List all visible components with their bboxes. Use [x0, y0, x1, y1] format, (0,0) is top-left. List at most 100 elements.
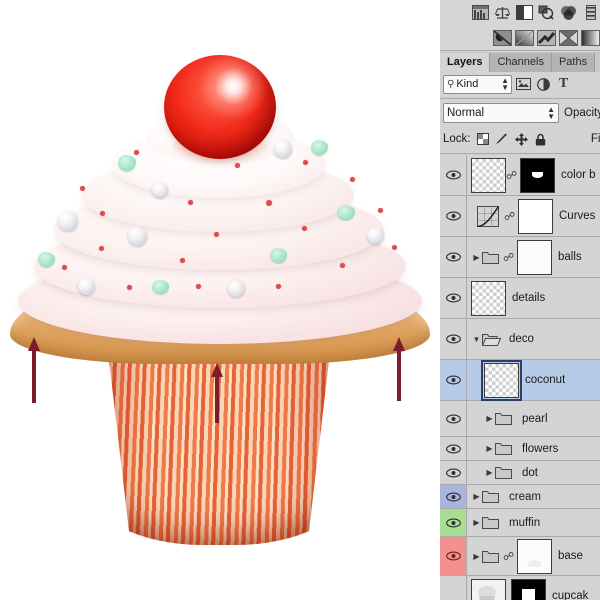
layer-row-color-b[interactable]: ☍ color b — [440, 155, 600, 196]
chevron-right-icon[interactable]: ▶ — [484, 414, 495, 423]
layer-row-details[interactable]: details — [440, 278, 600, 319]
layer-row-body[interactable]: ▶ flowers — [467, 437, 600, 460]
folder-closed-icon — [482, 490, 499, 503]
layer-visibility-toggle[interactable] — [440, 319, 467, 359]
layer-row-body[interactable]: cupcak — [467, 576, 600, 600]
layer-row-body[interactable]: ▶ dot — [467, 461, 600, 484]
folder-closed-icon — [482, 516, 499, 529]
invert-swatch-icon[interactable] — [493, 28, 512, 47]
layer-row-pearl[interactable]: ▶ pearl — [440, 401, 600, 437]
layer-visibility-toggle[interactable] — [440, 360, 467, 400]
search-icon: ⚲ — [447, 78, 455, 90]
color-balance-icon[interactable] — [559, 3, 578, 22]
layer-row-cupcake[interactable]: cupcak — [440, 576, 600, 600]
threshold-swatch-icon[interactable] — [559, 28, 578, 47]
layer-visibility-toggle[interactable] — [440, 509, 467, 536]
layer-mask-link-icon[interactable]: ☍ — [504, 210, 515, 223]
folder-closed-icon — [482, 251, 499, 264]
filter-adjustment-layers-icon[interactable] — [535, 76, 552, 93]
filter-type-layers-icon[interactable]: T — [555, 76, 572, 93]
layer-list[interactable]: ☍ color b ☍ Curves ▶ ☍ balls details ▼ d… — [440, 155, 600, 600]
tab-paths[interactable]: Paths — [551, 53, 596, 72]
layer-row-dot[interactable]: ▶ dot — [440, 461, 600, 485]
lock-position-move-icon[interactable] — [514, 132, 529, 146]
layer-mask-link-icon[interactable]: ☍ — [503, 550, 514, 563]
layer-row-flowers[interactable]: ▶ flowers — [440, 437, 600, 461]
sugar-pearl — [78, 278, 95, 295]
layer-visibility-toggle[interactable] — [440, 576, 467, 600]
layer-row-balls[interactable]: ▶ ☍ balls — [440, 237, 600, 278]
layer-visibility-toggle[interactable] — [440, 437, 467, 460]
layer-row-cream[interactable]: ▶ cream — [440, 485, 600, 509]
layer-row-coconut[interactable]: coconut — [440, 359, 600, 401]
document-canvas[interactable] — [0, 0, 440, 600]
lock-transparent-pixels-icon[interactable] — [476, 132, 491, 146]
layer-row-muffin[interactable]: ▶ muffin — [440, 509, 600, 537]
layer-visibility-toggle[interactable] — [440, 278, 467, 318]
layer-row-curves[interactable]: ☍ Curves — [440, 196, 600, 237]
layer-visibility-toggle[interactable] — [440, 485, 467, 508]
layer-row-base[interactable]: ▶ ☍ base — [440, 537, 600, 576]
layer-row-body[interactable]: ▼ deco — [467, 319, 600, 359]
hue-saturation-icon[interactable] — [537, 3, 556, 22]
chevron-right-icon[interactable]: ▶ — [471, 552, 482, 561]
layer-visibility-toggle[interactable] — [440, 461, 467, 484]
layer-thumbnail[interactable] — [471, 578, 506, 600]
layer-mask-thumbnail[interactable] — [517, 538, 552, 574]
layer-row-body[interactable]: ▶ cream — [467, 485, 600, 508]
balance-scale-icon[interactable] — [493, 3, 512, 22]
layer-mask-thumbnail[interactable] — [518, 198, 553, 234]
tab-layers[interactable]: Layers — [440, 53, 491, 72]
layer-mask-thumbnail[interactable] — [517, 239, 552, 275]
sprinkle-dot — [180, 258, 185, 263]
chevron-right-icon[interactable]: ▶ — [471, 492, 482, 501]
layer-visibility-toggle[interactable] — [440, 237, 467, 277]
layer-visibility-toggle[interactable] — [440, 401, 467, 436]
chevron-down-icon[interactable]: ▼ — [471, 335, 482, 344]
selective-color-swatch-icon[interactable] — [537, 28, 556, 47]
split-square-icon[interactable] — [515, 3, 534, 22]
layer-visibility-toggle[interactable] — [440, 537, 467, 575]
filter-pixel-layers-icon[interactable] — [515, 76, 532, 93]
layer-thumbnail[interactable] — [471, 157, 506, 193]
chevron-right-icon[interactable]: ▶ — [484, 444, 495, 453]
layer-name: dot — [522, 466, 538, 479]
photoshop-window: Layers Channels Paths ⚲ Kind ▲ ▼ T Normal — [0, 0, 600, 600]
layer-row-body[interactable]: details — [467, 278, 600, 318]
levels-icon[interactable] — [581, 3, 600, 22]
layer-row-body[interactable]: ▶ pearl — [467, 401, 600, 436]
cupcake-illustration — [0, 0, 440, 600]
tab-channels[interactable]: Channels — [490, 53, 552, 72]
curves-adjustment-icon[interactable] — [471, 200, 504, 233]
histogram-icon[interactable] — [471, 3, 490, 22]
layer-mask-thumbnail[interactable] — [511, 578, 546, 600]
blend-mode-select[interactable]: Normal ▲ ▼ — [443, 102, 559, 123]
chevron-right-icon[interactable]: ▶ — [471, 253, 482, 262]
gradient-swatch-icon[interactable] — [581, 28, 600, 47]
layer-row-body[interactable]: coconut — [467, 359, 600, 401]
gradient-map-swatch-icon[interactable] — [515, 28, 534, 47]
layer-row-body[interactable]: ▶ ☍ base — [467, 537, 600, 575]
lock-all-padlock-icon[interactable] — [533, 132, 548, 146]
layer-row-body[interactable]: ☍ color b — [467, 155, 600, 195]
layer-row-body[interactable]: ▶ muffin — [467, 509, 600, 536]
cherry-topper — [164, 55, 276, 159]
layer-visibility-toggle[interactable] — [440, 196, 467, 236]
chevron-right-icon[interactable]: ▶ — [471, 518, 482, 527]
layer-visibility-toggle[interactable] — [440, 155, 467, 195]
layers-panel: Layers Channels Paths ⚲ Kind ▲ ▼ T Normal — [440, 0, 600, 600]
layer-name: flowers — [522, 442, 559, 455]
chevron-right-icon[interactable]: ▶ — [484, 468, 495, 477]
layer-mask-link-icon[interactable]: ☍ — [506, 169, 517, 182]
lock-image-pixels-brush-icon[interactable] — [495, 132, 510, 146]
layer-mask-thumbnail[interactable] — [520, 157, 555, 193]
layer-thumbnail[interactable] — [471, 280, 506, 316]
layer-row-body[interactable]: ▶ ☍ balls — [467, 237, 600, 277]
layer-row-body[interactable]: ☍ Curves — [467, 196, 600, 236]
filter-kind-select[interactable]: ⚲ Kind ▲ ▼ — [443, 74, 512, 94]
sprinkle-dot — [214, 232, 219, 237]
layer-row-deco[interactable]: ▼ deco — [440, 319, 600, 360]
layer-thumbnail[interactable] — [481, 359, 522, 401]
layer-mask-link-icon[interactable]: ☍ — [503, 251, 514, 264]
sprinkle-dot — [266, 200, 272, 206]
